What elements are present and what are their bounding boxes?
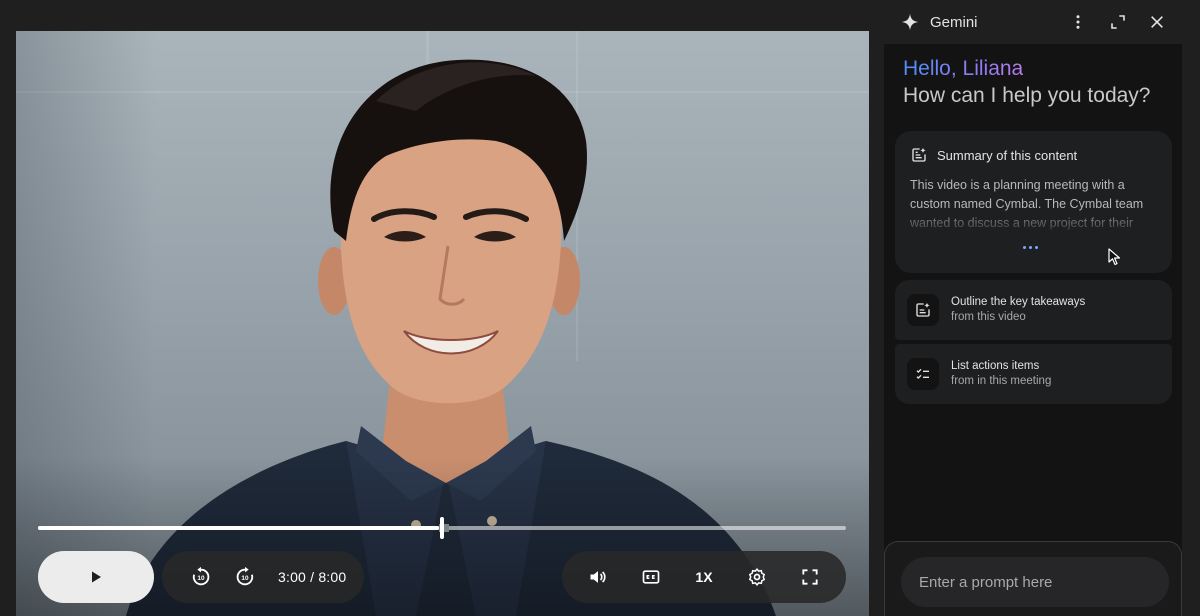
playback-speed-button[interactable]: 1X (687, 560, 721, 594)
suggestion-list-action-items[interactable]: List actions items from in this meeting (895, 344, 1172, 404)
captions-button[interactable] (634, 560, 668, 594)
forward-10-icon: 10 (236, 566, 254, 586)
progress-played (38, 526, 439, 530)
rewind-10-icon: 10 (192, 566, 210, 586)
panel-scrollbar[interactable] (1182, 44, 1200, 616)
svg-text:10: 10 (197, 575, 205, 582)
mouse-pointer-icon (1108, 248, 1121, 266)
progress-scrubber-handle[interactable] (440, 517, 444, 539)
forward-10-button[interactable]: 10 (228, 560, 262, 594)
gemini-side-panel: Gemini Hello, Liliana How can I help you… (884, 0, 1200, 616)
gemini-sparkle-icon (900, 12, 920, 32)
rewind-10-button[interactable]: 10 (184, 560, 218, 594)
close-panel-button[interactable] (1144, 9, 1170, 35)
time-display: 3:00 / 8:00 (278, 569, 347, 585)
expand-icon (1111, 15, 1125, 29)
note-sparkle-icon (907, 294, 939, 326)
more-options-button[interactable] (1065, 9, 1091, 35)
greeting-name: Hello, Liliana (903, 57, 1024, 80)
checklist-icon (907, 358, 939, 390)
summary-card-title: Summary of this content (937, 147, 1078, 163)
gemini-greeting: Hello, Liliana How can I help you today? (903, 56, 1151, 109)
volume-button[interactable] (581, 560, 615, 594)
close-icon (1151, 16, 1163, 28)
gemini-panel-header: Gemini (884, 0, 1200, 44)
playback-speed-label: 1X (695, 569, 713, 585)
player-options: 1X (562, 551, 846, 603)
suggestion-title: List actions items (951, 360, 1040, 372)
video-progress-bar[interactable] (38, 517, 846, 539)
summary-expand-dots[interactable] (1023, 241, 1045, 253)
suggestion-subtitle: from in this meeting (951, 375, 1052, 387)
play-button[interactable] (38, 551, 154, 603)
fullscreen-button[interactable] (793, 560, 827, 594)
summary-doc-sparkle-icon (912, 147, 926, 162)
suggestion-subtitle: from this video (951, 311, 1026, 323)
greeting-question: How can I help you today? (903, 84, 1151, 107)
suggestion-outline-takeaways[interactable]: Outline the key takeaways from this vide… (895, 280, 1172, 340)
volume-icon (590, 571, 606, 583)
prompt-area (884, 541, 1182, 616)
prompt-input[interactable] (901, 557, 1169, 607)
expand-panel-button[interactable] (1105, 9, 1131, 35)
closed-captions-icon (642, 570, 660, 584)
play-icon (92, 571, 101, 583)
summary-card-text: This video is a planning meeting with a … (910, 178, 1144, 230)
suggestion-title: Outline the key takeaways (951, 296, 1086, 308)
summary-card-header: Summary of this content (911, 147, 1077, 163)
settings-button[interactable] (740, 560, 774, 594)
fullscreen-icon (801, 569, 818, 585)
more-vertical-icon (1076, 15, 1080, 29)
gear-icon (748, 568, 765, 586)
gemini-panel-title: Gemini (930, 13, 978, 31)
svg-text:10: 10 (241, 575, 249, 582)
summary-card[interactable]: Summary of this content This video is a … (895, 131, 1172, 273)
seek-controls: 10 10 3:00 / 8:00 (162, 551, 364, 603)
